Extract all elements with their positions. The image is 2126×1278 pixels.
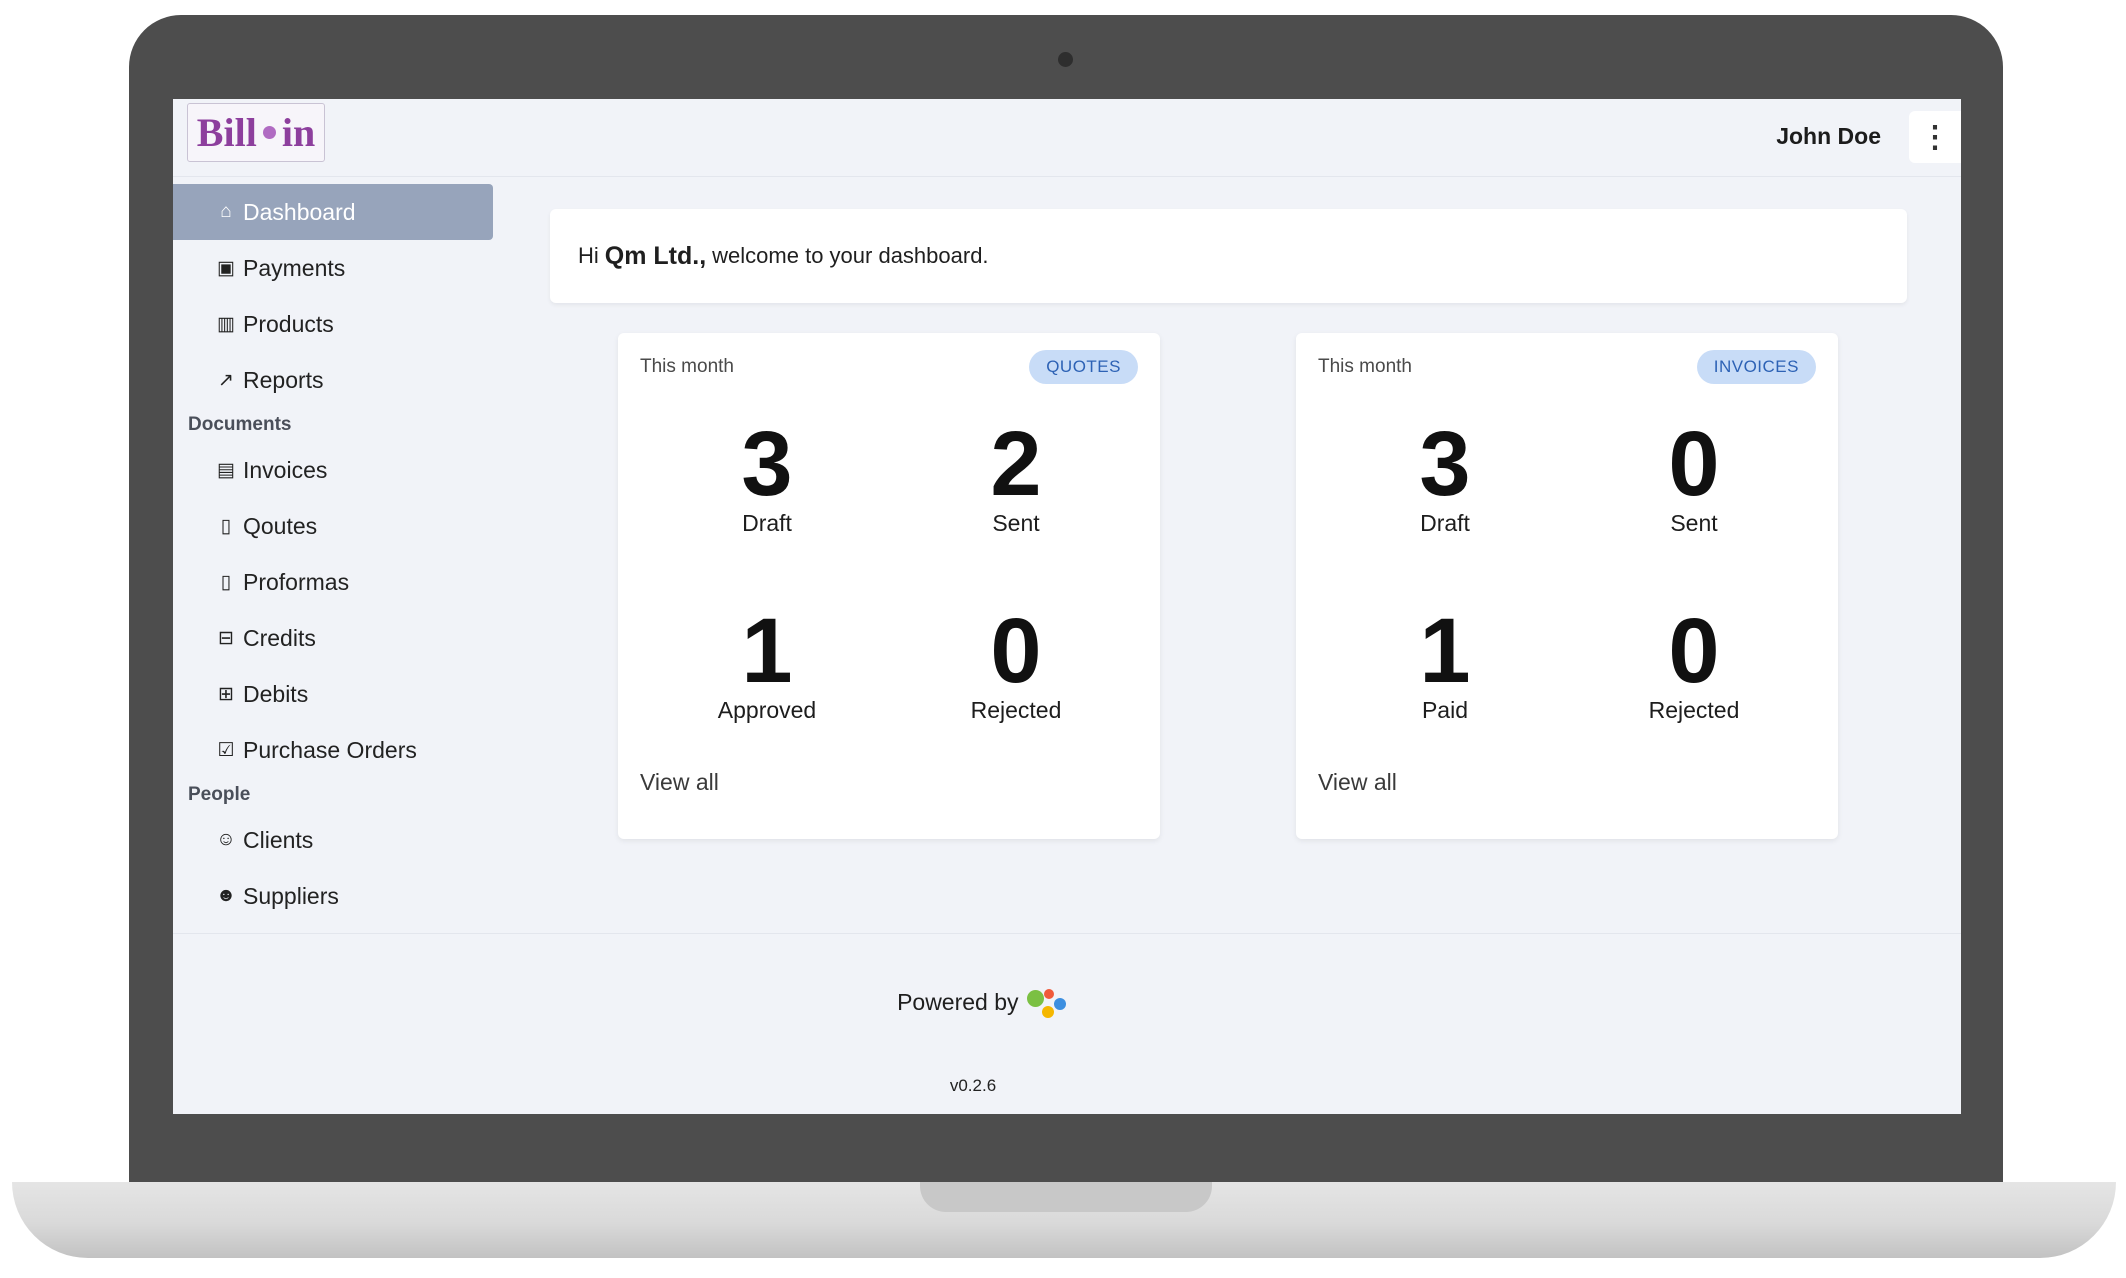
stat-value: 3 xyxy=(741,413,793,515)
period-label: This month xyxy=(1318,356,1412,377)
sidebar-item-payments[interactable]: ▣ Payments xyxy=(173,240,493,296)
credit-bag-icon: ⊟ xyxy=(218,627,234,649)
sidebar-item-label: Clients xyxy=(243,826,314,853)
stat-label: Sent xyxy=(992,510,1040,536)
sidebar-item-label: Qoutes xyxy=(243,512,318,539)
stat-value: 2 xyxy=(990,413,1042,515)
sidebar-item-reports[interactable]: ↗ Reports xyxy=(173,352,493,408)
app-screen: Bill in John Doe ⋮ ⌂ Dashboard ▣ Payment… xyxy=(173,99,1961,1114)
invoices-summary-card: This month INVOICES 3 Draft 0 Sent 1 Pai… xyxy=(1296,333,1838,839)
chart-line-icon: ↗ xyxy=(218,369,234,391)
stat-value: 1 xyxy=(1419,600,1471,702)
logo-text-right: in xyxy=(281,110,316,155)
sidebar-item-proformas[interactable]: ▯ Proformas xyxy=(173,554,493,610)
sidebar-item-quotes[interactable]: ▯ Qoutes xyxy=(173,498,493,554)
stat-value: 1 xyxy=(741,600,793,702)
app-logo[interactable]: Bill in xyxy=(187,103,325,162)
payments-icon: ▣ xyxy=(217,257,235,279)
view-all-quotes-link[interactable]: View all xyxy=(640,769,719,796)
sidebar-item-dashboard[interactable]: ⌂ Dashboard xyxy=(173,184,493,240)
app-version: v0.2.6 xyxy=(949,1076,997,1095)
sidebar-item-suppliers[interactable]: ☻ Suppliers xyxy=(173,868,493,924)
sidebar-item-label: Payments xyxy=(243,254,346,281)
sidebar-item-clients[interactable]: ☺ Clients xyxy=(173,812,493,868)
sidebar-item-invoices[interactable]: ▤ Invoices xyxy=(173,442,493,498)
footer-divider xyxy=(173,933,1961,934)
stat-label: Rejected xyxy=(1648,697,1740,723)
stat-value: 0 xyxy=(1668,413,1720,515)
sidebar-item-debits[interactable]: ⊞ Debits xyxy=(173,666,493,722)
kebab-menu-icon[interactable]: ⋮ xyxy=(1909,111,1961,163)
sidebar-item-label: Purchase Orders xyxy=(243,736,417,763)
stat-value: 0 xyxy=(1668,600,1720,702)
stat-paid: 1 Paid xyxy=(1325,604,1565,724)
period-label: This month xyxy=(640,356,734,377)
sidebar-item-products[interactable]: ▥ Products xyxy=(173,296,493,352)
welcome-banner: Hi Qm Ltd., welcome to your dashboard. xyxy=(550,209,1907,303)
purchase-bag-icon: ☑ xyxy=(217,739,235,761)
stat-draft: 3 Draft xyxy=(1325,417,1565,537)
quotes-summary-card: This month QUOTES 3 Draft 2 Sent 1 Appro… xyxy=(618,333,1160,839)
stat-sent: 0 Sent xyxy=(1574,417,1814,537)
powered-by: Powered by xyxy=(173,989,1793,1019)
stat-label: Draft xyxy=(742,510,792,536)
products-icon: ▥ xyxy=(217,313,235,335)
welcome-prefix: Hi xyxy=(578,243,599,268)
stat-value: 0 xyxy=(990,600,1042,702)
logo-dot xyxy=(262,126,276,139)
clients-icon: ☺ xyxy=(216,829,236,850)
sidebar-item-label: Reports xyxy=(243,366,324,393)
stat-label: Approved xyxy=(717,697,817,723)
sidebar-item-label: Suppliers xyxy=(243,882,339,909)
sidebar-item-label: Debits xyxy=(243,680,309,707)
sidebar-item-label: Credits xyxy=(243,624,316,651)
sidebar-item-label: Invoices xyxy=(243,456,328,483)
welcome-suffix: welcome to your dashboard. xyxy=(712,243,989,268)
top-bar: Bill in John Doe ⋮ xyxy=(173,99,1961,177)
proforma-icon: ▯ xyxy=(220,571,232,593)
section-label-documents: Documents xyxy=(188,414,292,435)
sidebar-item-purchase-orders[interactable]: ☑ Purchase Orders xyxy=(173,722,493,778)
home-icon: ⌂ xyxy=(220,201,232,222)
view-all-invoices-link[interactable]: View all xyxy=(1318,769,1397,796)
stat-rejected: 0 Rejected xyxy=(1574,604,1814,724)
stat-sent: 2 Sent xyxy=(896,417,1136,537)
logo-text-left: Bill xyxy=(196,110,257,155)
stat-label: Sent xyxy=(1670,510,1718,536)
sidebar-item-credits[interactable]: ⊟ Credits xyxy=(173,610,493,666)
invoice-icon: ▤ xyxy=(217,459,235,481)
invoices-badge: INVOICES xyxy=(1696,350,1816,384)
debit-bag-icon: ⊞ xyxy=(218,683,234,705)
suppliers-icon: ☻ xyxy=(216,885,236,906)
stat-label: Rejected xyxy=(970,697,1062,723)
quote-icon: ▯ xyxy=(220,515,232,537)
vendor-dots-logo[interactable] xyxy=(1025,989,1069,1019)
sidebar-item-label: Products xyxy=(243,310,334,337)
laptop-notch xyxy=(920,1182,1212,1212)
stat-value: 3 xyxy=(1419,413,1471,515)
stat-label: Paid xyxy=(1421,697,1469,723)
stat-draft: 3 Draft xyxy=(647,417,887,537)
camera-dot xyxy=(1058,52,1073,67)
company-name: Qm Ltd., xyxy=(604,241,707,270)
stat-label: Draft xyxy=(1420,510,1470,536)
user-name[interactable]: John Doe xyxy=(1776,123,1881,150)
sidebar: ⌂ Dashboard ▣ Payments ▥ Products ↗ Repo… xyxy=(173,184,503,924)
stat-approved: 1 Approved xyxy=(647,604,887,724)
stat-rejected: 0 Rejected xyxy=(896,604,1136,724)
section-label-people: People xyxy=(188,784,251,805)
sidebar-item-label: Dashboard xyxy=(243,198,356,225)
powered-by-text: Powered by xyxy=(897,989,1019,1016)
sidebar-item-label: Proformas xyxy=(243,568,350,595)
quotes-badge: QUOTES xyxy=(1029,350,1138,384)
